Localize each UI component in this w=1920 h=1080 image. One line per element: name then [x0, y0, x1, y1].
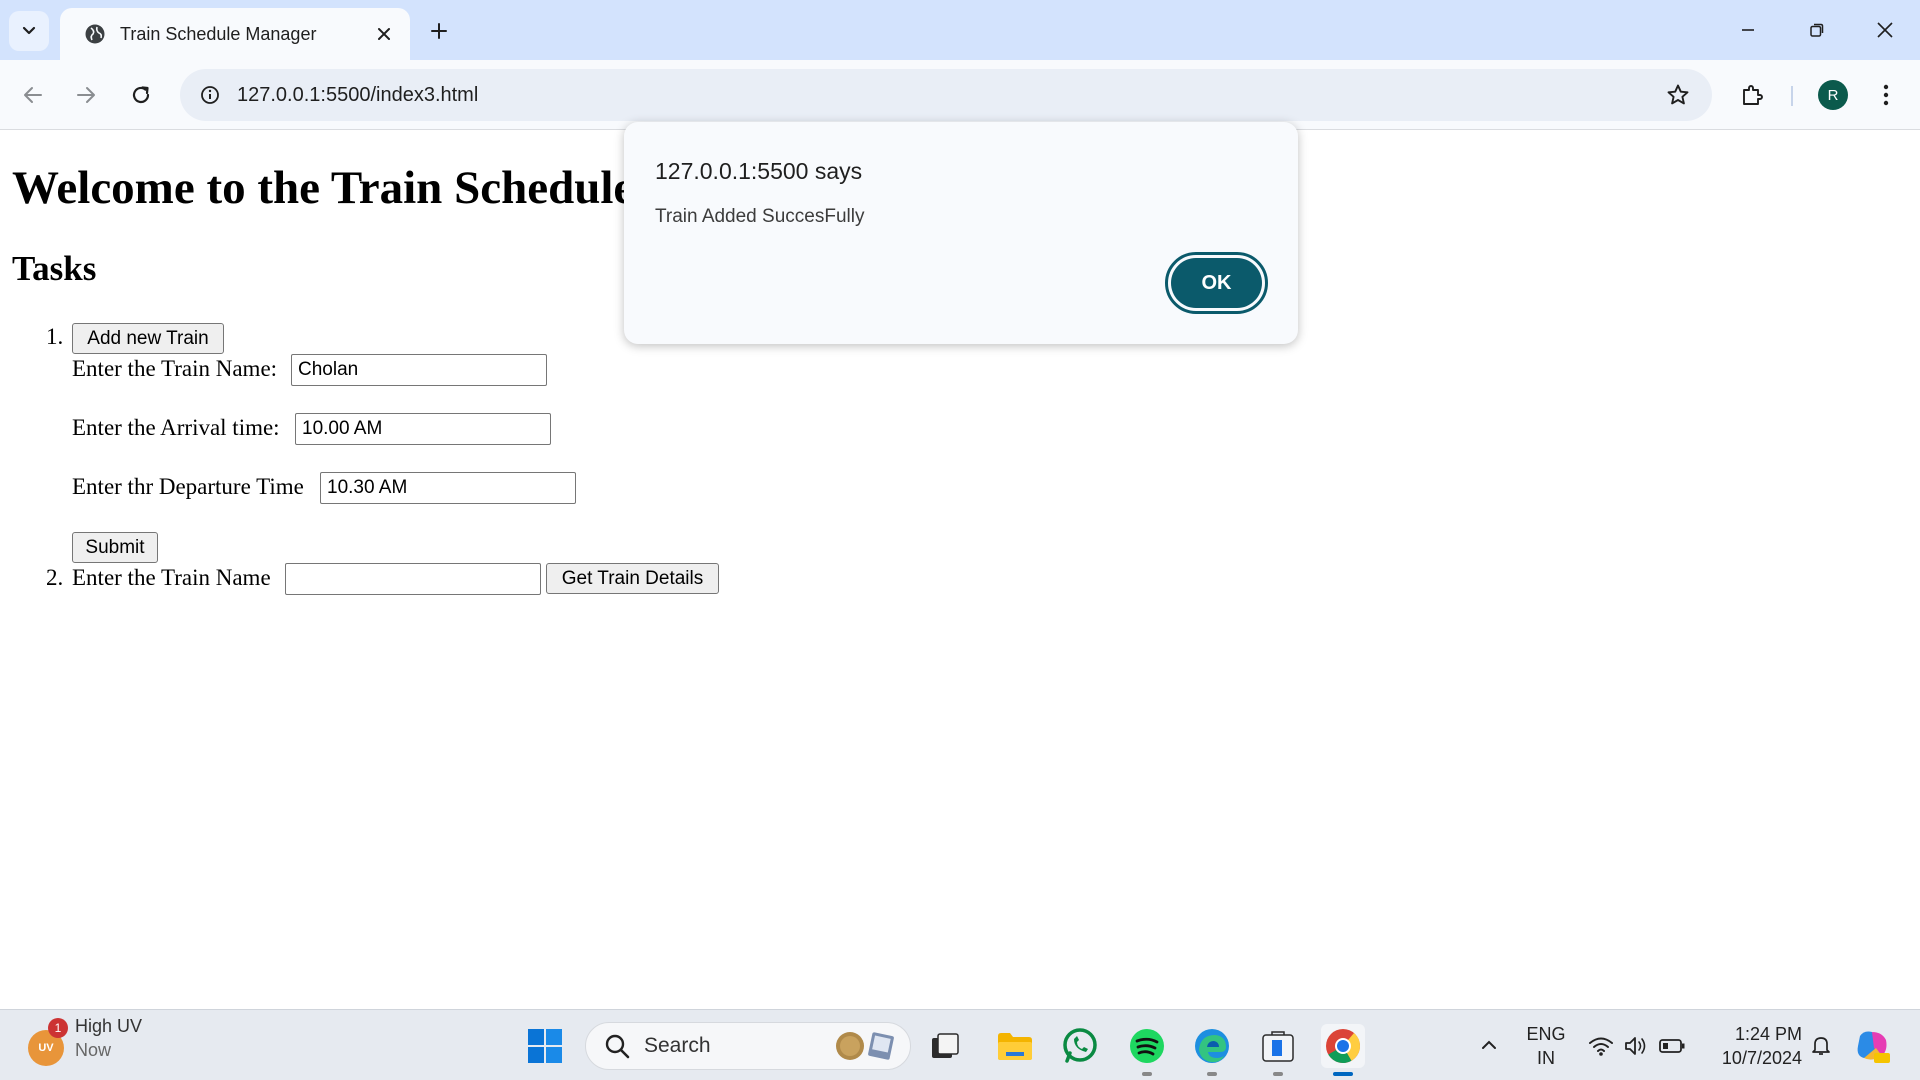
url-text[interactable]: 127.0.0.1:5500/index3.html	[237, 84, 1658, 107]
running-indicator	[1142, 1072, 1152, 1076]
dialog-message: Train Added SuccesFully	[655, 206, 865, 227]
restore-button[interactable]	[1794, 8, 1840, 52]
reload-icon	[132, 86, 150, 104]
folder-app[interactable]	[993, 1024, 1037, 1068]
weather-title: High UV	[75, 1016, 143, 1036]
info-icon	[201, 86, 219, 104]
notification-icon[interactable]	[1806, 1030, 1836, 1060]
search-train-name-label: Enter the Train Name	[72, 565, 271, 590]
dialog-ok-button[interactable]: OK	[1165, 252, 1268, 314]
toolbar-divider	[1791, 86, 1793, 106]
clock-date: 10/7/2024	[1721, 1048, 1802, 1068]
more-vertical-icon	[1883, 84, 1889, 106]
departure-time-input[interactable]: 10.30 AM	[320, 472, 576, 504]
browser-menu-button[interactable]	[1868, 75, 1904, 115]
taskbar: UV 1 High UV Now Search ENG IN 1:24 PM 1…	[0, 1009, 1920, 1080]
add-new-train-button[interactable]: Add new Train	[72, 323, 224, 354]
star-icon	[1667, 84, 1689, 105]
close-icon	[1877, 22, 1893, 38]
running-indicator	[1273, 1072, 1283, 1076]
forward-button[interactable]	[66, 75, 106, 115]
train-name-input[interactable]: Cholan	[291, 354, 547, 386]
chevron-down-icon	[22, 26, 36, 35]
spotify-icon	[1130, 1029, 1164, 1063]
tab-strip: Train Schedule Manager	[0, 0, 1920, 60]
system-clock[interactable]: 1:24 PM 10/7/2024	[1702, 1022, 1802, 1070]
volume-icon[interactable]	[1622, 1032, 1650, 1060]
language-indicator[interactable]: ENG IN	[1524, 1022, 1568, 1070]
language-line1: ENG	[1526, 1024, 1566, 1044]
whatsapp-app[interactable]	[1058, 1024, 1102, 1068]
restore-icon	[1810, 23, 1824, 37]
edge-icon	[1195, 1029, 1229, 1063]
active-tab[interactable]: Train Schedule Manager	[60, 8, 410, 60]
windows-start-icon[interactable]	[527, 1028, 563, 1064]
browser-toolbar: 127.0.0.1:5500/index3.html R	[0, 60, 1920, 130]
dialog-ok-label: OK	[1171, 258, 1262, 308]
store-app[interactable]	[1256, 1024, 1300, 1076]
reload-button[interactable]	[121, 75, 161, 115]
departure-time-label: Enter thr Departure Time	[72, 474, 304, 499]
arrival-time-input[interactable]: 10.00 AM	[295, 413, 551, 445]
tab-search-button[interactable]	[9, 11, 49, 51]
wifi-icon[interactable]	[1587, 1032, 1615, 1060]
dialog-title: 127.0.0.1:5500 says	[655, 158, 863, 184]
globe-icon	[85, 24, 105, 44]
weather-subtitle: Now	[75, 1040, 112, 1060]
taskbar-search-placeholder: Search	[644, 1034, 711, 1057]
edge-app[interactable]	[1190, 1024, 1234, 1076]
copilot-icon[interactable]	[1852, 1026, 1892, 1066]
running-indicator	[1207, 1072, 1217, 1076]
weather-badge: 1	[48, 1018, 68, 1038]
submit-button[interactable]: Submit	[72, 532, 158, 563]
arrow-left-icon	[24, 87, 42, 103]
tasks-heading: Tasks	[12, 249, 97, 288]
active-indicator	[1333, 1072, 1353, 1076]
search-icon	[605, 1034, 630, 1059]
puzzle-icon	[1743, 85, 1763, 105]
plus-icon	[431, 23, 447, 39]
task-view-app[interactable]	[923, 1024, 967, 1068]
clock-time: 1:24 PM	[1734, 1024, 1802, 1044]
task-view-icon	[932, 1033, 959, 1058]
taskbar-search[interactable]: Search	[585, 1022, 911, 1070]
back-button[interactable]	[13, 75, 53, 115]
extensions-button[interactable]	[1732, 75, 1772, 115]
close-window-button[interactable]	[1862, 8, 1908, 52]
show-hidden-icons-button[interactable]	[1474, 1030, 1504, 1060]
language-line2: IN	[1537, 1048, 1555, 1068]
battery-icon[interactable]	[1658, 1032, 1686, 1060]
tab-close-button[interactable]	[370, 20, 398, 48]
store-icon	[1262, 1031, 1294, 1062]
chevron-up-icon	[1482, 1040, 1496, 1049]
alert-dialog: 127.0.0.1:5500 says Train Added SuccesFu…	[624, 122, 1298, 344]
folder-icon	[998, 1033, 1032, 1060]
arrival-time-label: Enter the Arrival time:	[72, 415, 280, 440]
spotify-app[interactable]	[1125, 1024, 1169, 1076]
chrome-icon	[1326, 1029, 1360, 1063]
task2-number: 2.	[46, 565, 64, 590]
search-train-name-input[interactable]	[285, 563, 541, 595]
tab-title: Train Schedule Manager	[120, 23, 317, 44]
train-name-label: Enter the Train Name:	[72, 356, 278, 381]
minimize-button[interactable]	[1725, 8, 1771, 52]
task1-number: 1.	[46, 324, 64, 349]
chrome-app[interactable]	[1321, 1024, 1365, 1076]
arrow-right-icon	[77, 87, 95, 103]
profile-avatar[interactable]: R	[1818, 80, 1848, 110]
minimize-icon	[1742, 29, 1754, 31]
whatsapp-icon	[1063, 1028, 1097, 1063]
site-info-button[interactable]	[195, 80, 225, 110]
get-train-details-button[interactable]: Get Train Details	[546, 563, 719, 594]
bookmark-button[interactable]	[1658, 75, 1698, 115]
new-tab-button[interactable]	[422, 14, 456, 48]
close-icon	[378, 28, 390, 40]
address-bar[interactable]: 127.0.0.1:5500/index3.html	[180, 69, 1712, 121]
search-highlight-icon	[834, 1030, 896, 1062]
